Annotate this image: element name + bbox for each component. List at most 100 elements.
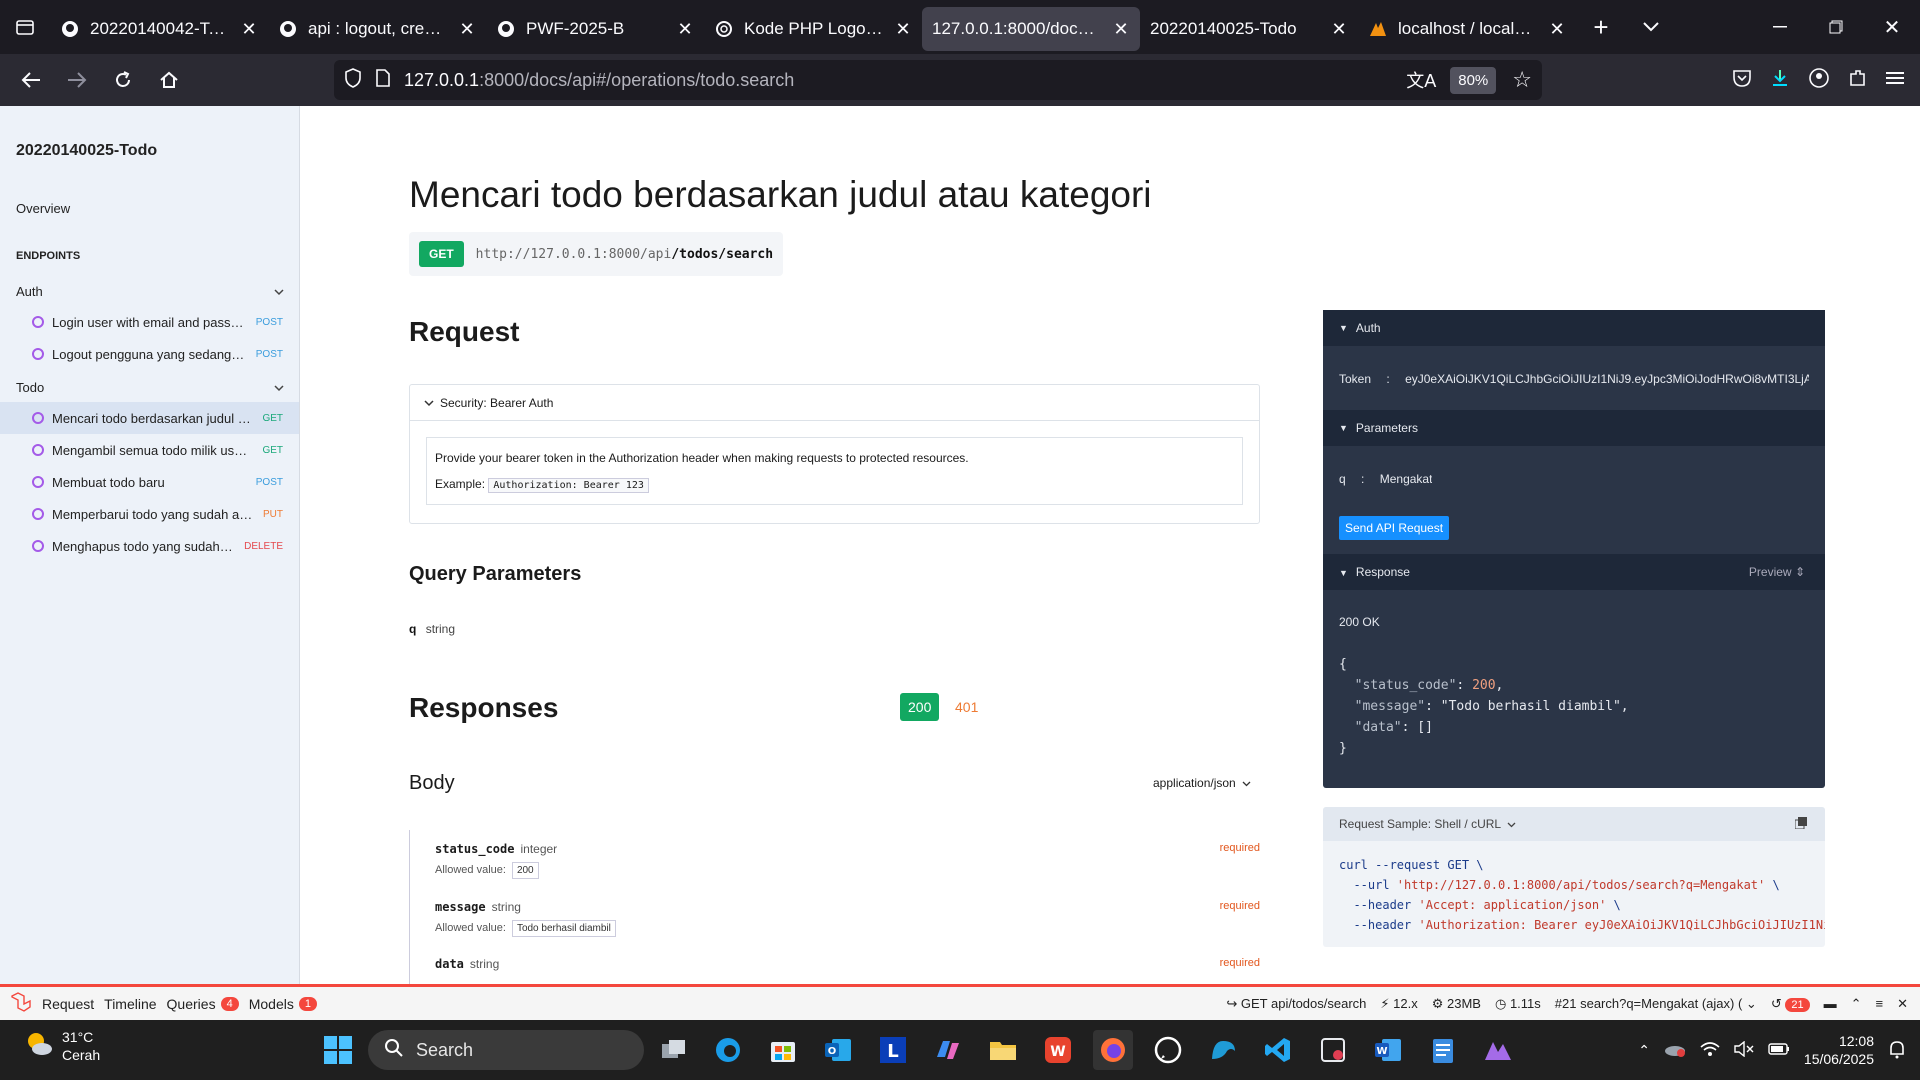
whatsapp-icon[interactable] <box>1148 1030 1188 1070</box>
wps-office-icon[interactable]: W <box>1038 1030 1078 1070</box>
folder-icon[interactable]: ▬ <box>1824 996 1837 1011</box>
minimize-icon[interactable] <box>1752 0 1808 54</box>
send-api-request-button[interactable]: Send API Request <box>1339 516 1450 540</box>
sidebar-item-login[interactable]: Login user with email and password POST <box>0 306 299 338</box>
param-value[interactable]: Mengakat <box>1380 472 1433 486</box>
preview-select[interactable]: Preview ⇕ <box>1749 565 1805 579</box>
close-icon[interactable]: ✕ <box>894 19 912 40</box>
browser-tab[interactable]: api : logout, create, up ✕ <box>268 7 486 51</box>
token-row[interactable]: Token : eyJ0eXAiOiJKV1QiLCJhbGciOiJIUzI1… <box>1339 372 1809 386</box>
edge-icon[interactable] <box>708 1030 748 1070</box>
volume-muted-icon[interactable] <box>1734 1040 1754 1060</box>
download-icon[interactable] <box>1770 68 1790 93</box>
vscode-icon[interactable] <box>1258 1030 1298 1070</box>
notification-icon[interactable] <box>1888 1039 1906 1062</box>
close-icon[interactable]: ✕ <box>1548 19 1566 40</box>
account-icon[interactable] <box>1808 67 1830 94</box>
close-icon[interactable]: ✕ <box>676 19 694 40</box>
close-icon[interactable]: ✕ <box>1330 19 1348 40</box>
star-icon[interactable]: ☆ <box>1512 67 1532 93</box>
tab-overview-icon[interactable] <box>0 0 50 54</box>
extensions-icon[interactable] <box>1848 68 1868 93</box>
sidebar-item-todo-delete[interactable]: Menghapus todo yang sudah ada DELETE <box>0 530 299 562</box>
shield-icon[interactable] <box>344 67 362 93</box>
debug-tab-queries[interactable]: Queries 4 <box>167 996 239 1012</box>
battery-icon[interactable] <box>1768 1042 1790 1059</box>
request-sample-select[interactable]: Request Sample: Shell / cURL <box>1339 817 1501 831</box>
chevron-up-icon[interactable]: ⌃ <box>1638 1042 1650 1059</box>
back-icon[interactable] <box>8 57 54 103</box>
response-section-toggle[interactable]: ▼ Response Preview ⇕ <box>1323 554 1825 590</box>
debug-tab-models[interactable]: Models 1 <box>249 996 317 1012</box>
chevron-up-icon[interactable]: ⌃ <box>1851 996 1862 1012</box>
token-value[interactable]: eyJ0eXAiOiJKV1QiLCJhbGciOiJIUzI1NiJ9.eyJ… <box>1405 372 1809 386</box>
close-icon[interactable]: ✕ <box>1897 996 1908 1012</box>
browser-tab[interactable]: 20220140042-Todo/api ✕ <box>50 7 268 51</box>
file-explorer-icon[interactable] <box>983 1030 1023 1070</box>
sidebar-item-logout[interactable]: Logout pengguna yang sedang login POST <box>0 338 299 370</box>
clock[interactable]: 12:08 15/06/2025 <box>1804 1032 1874 1068</box>
reload-icon[interactable] <box>100 57 146 103</box>
debug-tab-timeline[interactable]: Timeline <box>104 996 156 1012</box>
forward-icon[interactable] <box>54 57 100 103</box>
endpoint-bullet-icon <box>32 444 44 456</box>
taskbar-search[interactable]: Search <box>368 1030 644 1070</box>
sidebar-item-todo-update[interactable]: Memperbarui todo yang sudah ada PUT <box>0 498 299 530</box>
laravel-icon[interactable] <box>10 992 32 1015</box>
parameters-section-toggle[interactable]: ▼ Parameters <box>1323 410 1825 446</box>
response-tab-401[interactable]: 401 <box>955 699 978 715</box>
onedrive-icon[interactable] <box>1664 1041 1686 1060</box>
security-toggle[interactable]: Security: Bearer Auth <box>410 385 1259 421</box>
sidebar-item-todo-create[interactable]: Membuat todo baru POST <box>0 466 299 498</box>
close-icon[interactable]: ✕ <box>458 19 476 40</box>
browser-tab-active[interactable]: 127.0.0.1:8000/docs/api#/c ✕ <box>922 7 1140 51</box>
home-icon[interactable] <box>146 57 192 103</box>
endpoint-url[interactable]: GET http://127.0.0.1:8000/api/todos/sear… <box>409 232 783 276</box>
close-window-icon[interactable]: ✕ <box>1864 0 1920 54</box>
sidebar-overview[interactable]: Overview <box>0 201 300 216</box>
snipping-tool-icon[interactable] <box>1313 1030 1353 1070</box>
copy-icon[interactable] <box>1794 816 1807 832</box>
firefox-icon[interactable] <box>1093 1030 1133 1070</box>
new-tab-icon[interactable]: + <box>1576 0 1626 54</box>
settings-icon[interactable]: ≡ <box>1876 996 1884 1011</box>
store-icon[interactable] <box>763 1030 803 1070</box>
page-info-icon[interactable] <box>376 68 390 92</box>
chevron-down-icon[interactable] <box>1626 0 1676 54</box>
sidebar-item-label: Logout pengguna yang sedang login <box>52 346 246 362</box>
browser-tab[interactable]: 20220140025-Todo ✕ <box>1140 7 1358 51</box>
copilot-icon[interactable] <box>928 1030 968 1070</box>
debug-tab-request[interactable]: Request <box>42 996 94 1012</box>
lens-icon[interactable]: L <box>873 1030 913 1070</box>
sidebar-group-todo[interactable]: Todo <box>0 380 300 395</box>
zoom-level[interactable]: 80% <box>1450 66 1497 94</box>
restore-icon[interactable] <box>1808 0 1864 54</box>
outlook-icon[interactable]: O <box>818 1030 858 1070</box>
menu-icon[interactable] <box>1886 70 1904 91</box>
word-icon[interactable]: W <box>1368 1030 1408 1070</box>
param-q-row[interactable]: q : Mengakat <box>1339 472 1432 486</box>
history-icon[interactable]: ↺ 21 <box>1771 996 1810 1012</box>
response-tab-200[interactable]: 200 <box>900 693 940 721</box>
browser-tab[interactable]: localhost / localhost / ✕ <box>1358 7 1576 51</box>
sidebar-group-auth[interactable]: Auth <box>0 284 300 299</box>
browser-tab[interactable]: Kode PHP Logout JWT ✕ <box>704 7 922 51</box>
close-icon[interactable]: ✕ <box>240 19 258 40</box>
notepad-icon[interactable] <box>1423 1030 1463 1070</box>
content-type-select[interactable]: application/json <box>1153 776 1251 790</box>
sidebar-item-todo-search[interactable]: Mencari todo berdasarkan judul atau kate… <box>0 402 299 434</box>
weather-widget[interactable]: 31°C Cerah <box>24 1028 100 1064</box>
mysql-workbench-icon[interactable] <box>1203 1030 1243 1070</box>
auth-section-toggle[interactable]: ▼ Auth <box>1323 310 1825 346</box>
task-view-icon[interactable] <box>654 1030 694 1070</box>
translate-icon[interactable]: 文A <box>1406 67 1436 93</box>
browser-tab[interactable]: PWF-2025-B ✕ <box>486 7 704 51</box>
request-select[interactable]: #21 search?q=Mengakat (ajax) ( ⌄ <box>1555 996 1757 1012</box>
pocket-icon[interactable] <box>1732 69 1752 92</box>
windows-start-icon[interactable] <box>318 1030 358 1070</box>
wifi-icon[interactable] <box>1700 1041 1720 1060</box>
url-bar[interactable]: 127.0.0.1:8000/docs/api#/operations/todo… <box>334 60 1542 100</box>
sidebar-item-todo-list[interactable]: Mengambil semua todo milik user yang log… <box>0 434 299 466</box>
app-icon[interactable] <box>1478 1030 1518 1070</box>
close-icon[interactable]: ✕ <box>1112 19 1130 40</box>
